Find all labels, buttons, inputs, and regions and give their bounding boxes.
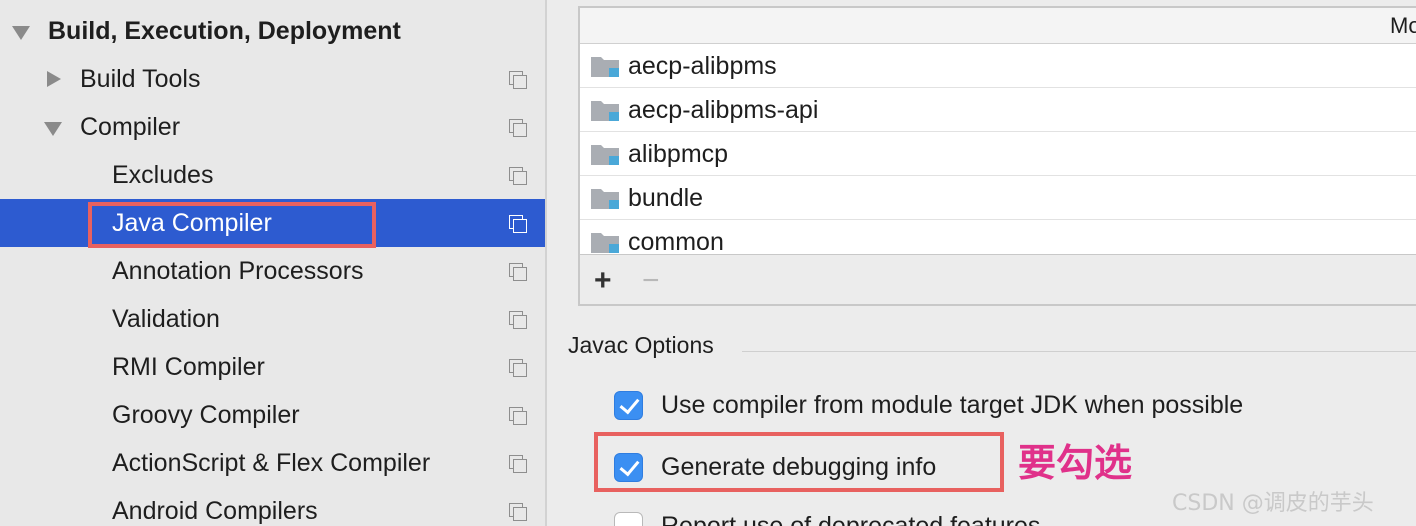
option-label: Generate debugging info <box>661 453 937 481</box>
table-header: Mo <box>580 8 1416 44</box>
sidebar-item-label: Annotation Processors <box>112 257 364 285</box>
sidebar-item-label: Java Compiler <box>112 209 272 237</box>
settings-sidebar: Build, Execution, Deployment Build Tools… <box>0 0 547 526</box>
module-name: aecp-alibpms-api <box>628 96 819 124</box>
project-settings-icon <box>509 503 527 521</box>
sidebar-item-java-compiler[interactable]: Java Compiler <box>0 199 545 247</box>
table-row[interactable]: aecp-alibpms <box>580 44 1416 88</box>
javac-options-title: Javac Options <box>568 332 714 358</box>
sidebar-item-label: Build Tools <box>80 65 201 93</box>
project-settings-icon <box>509 215 527 233</box>
sidebar-item-validation[interactable]: Validation <box>0 295 545 343</box>
expand-arrow-icon[interactable] <box>12 26 30 40</box>
option-label: Use compiler from module target JDK when… <box>661 391 1244 419</box>
use-module-jdk-checkbox[interactable] <box>614 391 643 420</box>
module-folder-icon <box>591 189 619 209</box>
table-toolbar: + − <box>580 254 1416 304</box>
watermark: CSDN @调皮的芋头 <box>1172 491 1374 516</box>
sidebar-item-label: Compiler <box>80 113 181 141</box>
sidebar-item-build-execution-deployment[interactable]: Build, Execution, Deployment <box>0 7 545 55</box>
report-deprecated-checkbox[interactable] <box>614 512 643 526</box>
sidebar-item-annotation-processors[interactable]: Annotation Processors <box>0 247 545 295</box>
table-row[interactable]: bundle <box>580 176 1416 220</box>
project-settings-icon <box>509 311 527 329</box>
sidebar-item-label: Excludes <box>112 161 214 189</box>
expand-arrow-icon[interactable] <box>44 122 62 136</box>
sidebar-item-label: Build, Execution, Deployment <box>48 17 401 45</box>
sidebar-item-groovy-compiler[interactable]: Groovy Compiler <box>0 391 545 439</box>
module-folder-icon <box>591 233 619 253</box>
sidebar-item-android-compilers[interactable]: Android Compilers <box>0 487 545 526</box>
sidebar-item-label: ActionScript & Flex Compiler <box>112 449 431 477</box>
sidebar-item-label: Android Compilers <box>112 497 318 525</box>
project-settings-icon <box>509 359 527 377</box>
project-settings-icon <box>509 167 527 185</box>
sidebar-item-rmi-compiler[interactable]: RMI Compiler <box>0 343 545 391</box>
project-settings-icon <box>509 455 527 473</box>
generate-debugging-info-checkbox[interactable] <box>614 453 643 482</box>
section-divider <box>742 351 1416 352</box>
add-module-button[interactable]: + <box>594 255 612 304</box>
module-folder-icon <box>591 57 619 77</box>
module-name: alibpmcp <box>628 140 729 168</box>
sidebar-item-actionscript-flex-compiler[interactable]: ActionScript & Flex Compiler <box>0 439 545 487</box>
collapse-arrow-icon[interactable] <box>47 71 61 87</box>
annotation-text: 要勾选 <box>1018 441 1133 485</box>
table-row[interactable]: alibpmcp <box>580 132 1416 176</box>
sidebar-item-label: RMI Compiler <box>112 353 265 381</box>
project-settings-icon <box>509 407 527 425</box>
project-settings-icon <box>509 119 527 137</box>
project-settings-icon <box>509 263 527 281</box>
remove-module-button[interactable]: − <box>642 255 660 304</box>
per-module-bytecode-table: Mo aecp-alibpms aecp-alibpms-api alibpmc… <box>578 6 1416 306</box>
sidebar-item-excludes[interactable]: Excludes <box>0 151 545 199</box>
module-name: aecp-alibpms <box>628 52 777 80</box>
module-folder-icon <box>591 101 619 121</box>
module-folder-icon <box>591 145 619 165</box>
sidebar-item-build-tools[interactable]: Build Tools <box>0 55 545 103</box>
module-name: bundle <box>628 184 704 212</box>
project-settings-icon <box>509 71 527 89</box>
sidebar-item-label: Groovy Compiler <box>112 401 300 429</box>
sidebar-item-compiler[interactable]: Compiler <box>0 103 545 151</box>
option-label: Report use of deprecated features <box>661 512 1041 526</box>
table-row[interactable]: aecp-alibpms-api <box>580 88 1416 132</box>
column-header-module[interactable]: Mo <box>1390 8 1416 44</box>
sidebar-item-label: Validation <box>112 305 220 333</box>
